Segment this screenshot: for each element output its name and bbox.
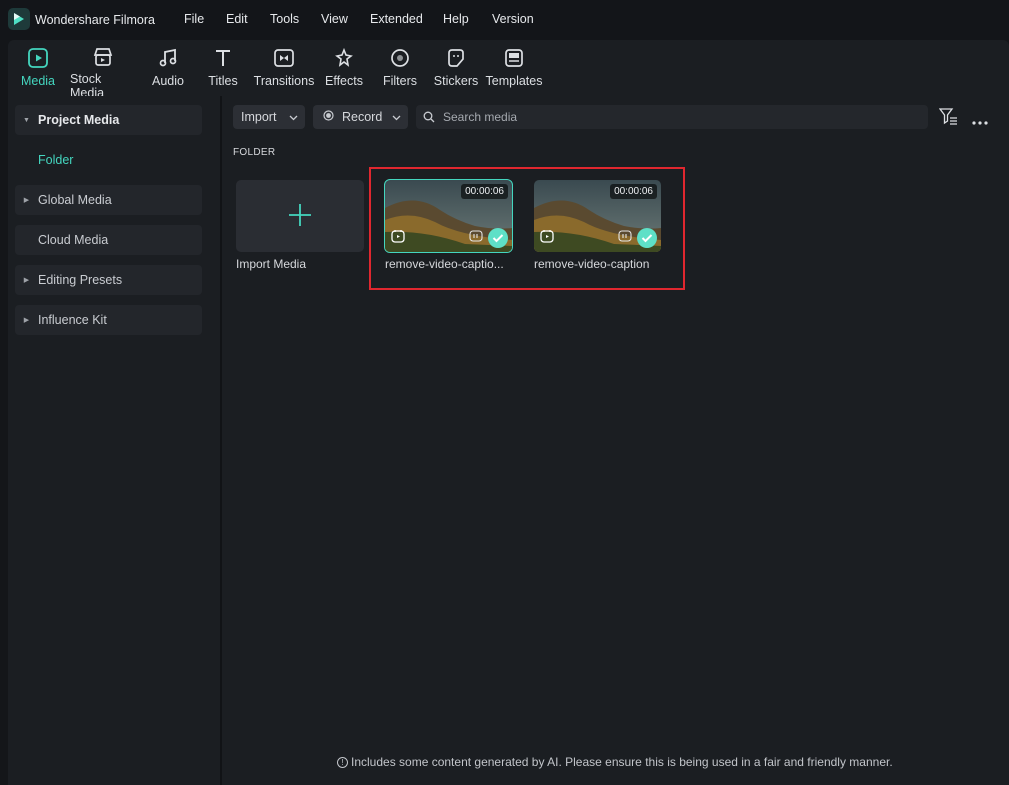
checkmark-icon xyxy=(637,228,657,248)
clip-name: remove-video-caption xyxy=(534,257,650,271)
menu-edit[interactable]: Edit xyxy=(226,12,248,26)
sidebar-item-label: Influence Kit xyxy=(38,313,107,327)
record-icon xyxy=(323,110,334,124)
disclaimer-text: Includes some content generated by AI. P… xyxy=(351,755,893,769)
audio-icon xyxy=(156,46,180,70)
import-button-label: Import xyxy=(241,110,277,124)
tab-filters[interactable]: Filters xyxy=(382,46,418,92)
app-title: Wondershare Filmora xyxy=(35,13,155,27)
transitions-icon xyxy=(272,46,296,70)
sidebar: ▼ Project Media Folder ▶ Global Media Cl… xyxy=(8,96,220,785)
menu-extended[interactable]: Extended xyxy=(370,12,423,26)
module-toolbar: Media Stock Media Audio Titles Transitio… xyxy=(8,40,1009,100)
search-input[interactable] xyxy=(443,110,913,124)
caret-right-icon: ▶ xyxy=(23,277,30,284)
folder-header: FOLDER xyxy=(233,147,276,158)
sidebar-item-global-media[interactable]: ▶ Global Media xyxy=(15,185,202,215)
tab-effects-label: Effects xyxy=(325,74,363,88)
tab-filters-label: Filters xyxy=(382,74,418,88)
media-icon xyxy=(26,46,50,70)
tab-audio[interactable]: Audio xyxy=(150,46,186,92)
video-clip-icon xyxy=(540,229,554,246)
menu-help[interactable]: Help xyxy=(443,12,469,26)
media-clip-thumbnail[interactable]: 00:00:06 xyxy=(384,179,513,253)
filters-icon xyxy=(388,46,412,70)
sidebar-item-editing-presets[interactable]: ▶ Editing Presets xyxy=(15,265,202,295)
sidebar-item-label: Global Media xyxy=(38,193,112,207)
import-media-label: Import Media xyxy=(236,257,307,271)
caret-right-icon: ▶ xyxy=(23,317,30,324)
tab-titles-label: Titles xyxy=(208,74,238,88)
menu-tools[interactable]: Tools xyxy=(270,12,299,26)
title-bar: Wondershare Filmora File Edit Tools View… xyxy=(0,0,1009,40)
info-icon: ! xyxy=(337,756,348,768)
record-dropdown-button[interactable]: Record xyxy=(313,105,408,129)
tab-templates-label: Templates xyxy=(485,74,543,88)
clip-duration: 00:00:06 xyxy=(610,184,657,199)
record-button-label: Record xyxy=(342,110,383,124)
more-options-icon[interactable] xyxy=(972,114,988,128)
filter-sort-icon[interactable] xyxy=(938,108,958,128)
caret-right-icon: ▶ xyxy=(23,197,30,204)
stock-media-icon xyxy=(91,46,115,68)
templates-icon xyxy=(502,46,526,70)
tab-transitions-label: Transitions xyxy=(253,74,315,88)
tab-stickers-label: Stickers xyxy=(433,74,479,88)
caret-down-icon: ▼ xyxy=(23,116,30,124)
sidebar-item-folder[interactable]: Folder xyxy=(38,153,73,167)
search-media-box[interactable] xyxy=(416,105,928,129)
tab-audio-label: Audio xyxy=(152,74,184,88)
tab-stock-media[interactable]: Stock Media xyxy=(70,46,136,100)
plus-icon xyxy=(288,203,312,230)
tab-templates[interactable]: Templates xyxy=(485,46,543,92)
sidebar-item-project-media[interactable]: ▼ Project Media xyxy=(15,105,202,135)
tab-titles[interactable]: Titles xyxy=(206,46,240,92)
ai-caption-icon xyxy=(618,230,632,245)
tab-effects[interactable]: Effects xyxy=(324,46,364,92)
filmora-logo-icon xyxy=(8,8,30,30)
titles-icon xyxy=(211,46,235,70)
import-media-tile[interactable] xyxy=(236,180,364,252)
checkmark-icon xyxy=(488,228,508,248)
video-clip-icon xyxy=(391,229,405,246)
media-library-panel: Import Record FOLDER Import Media xyxy=(222,96,1009,785)
tab-stickers[interactable]: Stickers xyxy=(434,46,478,92)
sidebar-item-cloud-media[interactable]: Cloud Media xyxy=(15,225,202,255)
clip-duration: 00:00:06 xyxy=(461,184,508,199)
sidebar-item-influence-kit[interactable]: ▶ Influence Kit xyxy=(15,305,202,335)
clip-name: remove-video-captio... xyxy=(385,257,504,271)
effects-icon xyxy=(332,46,356,70)
menu-version[interactable]: Version xyxy=(492,12,534,26)
ai-caption-icon xyxy=(469,230,483,245)
search-icon xyxy=(423,111,435,123)
chevron-down-icon xyxy=(289,110,298,124)
sidebar-item-label: Editing Presets xyxy=(38,273,123,287)
sidebar-item-label: Project Media xyxy=(38,113,120,127)
media-clip-thumbnail[interactable]: 00:00:06 xyxy=(534,180,661,252)
sidebar-item-label: Cloud Media xyxy=(38,233,109,247)
tab-transitions[interactable]: Transitions xyxy=(254,46,314,92)
tab-media[interactable]: Media xyxy=(20,46,56,92)
chevron-down-icon xyxy=(392,110,401,124)
tab-media-label: Media xyxy=(20,74,56,88)
menu-file[interactable]: File xyxy=(184,12,204,26)
ai-content-disclaimer: ! Includes some content generated by AI.… xyxy=(337,755,893,769)
stickers-icon xyxy=(444,46,468,70)
import-dropdown-button[interactable]: Import xyxy=(233,105,305,129)
menu-view[interactable]: View xyxy=(321,12,348,26)
